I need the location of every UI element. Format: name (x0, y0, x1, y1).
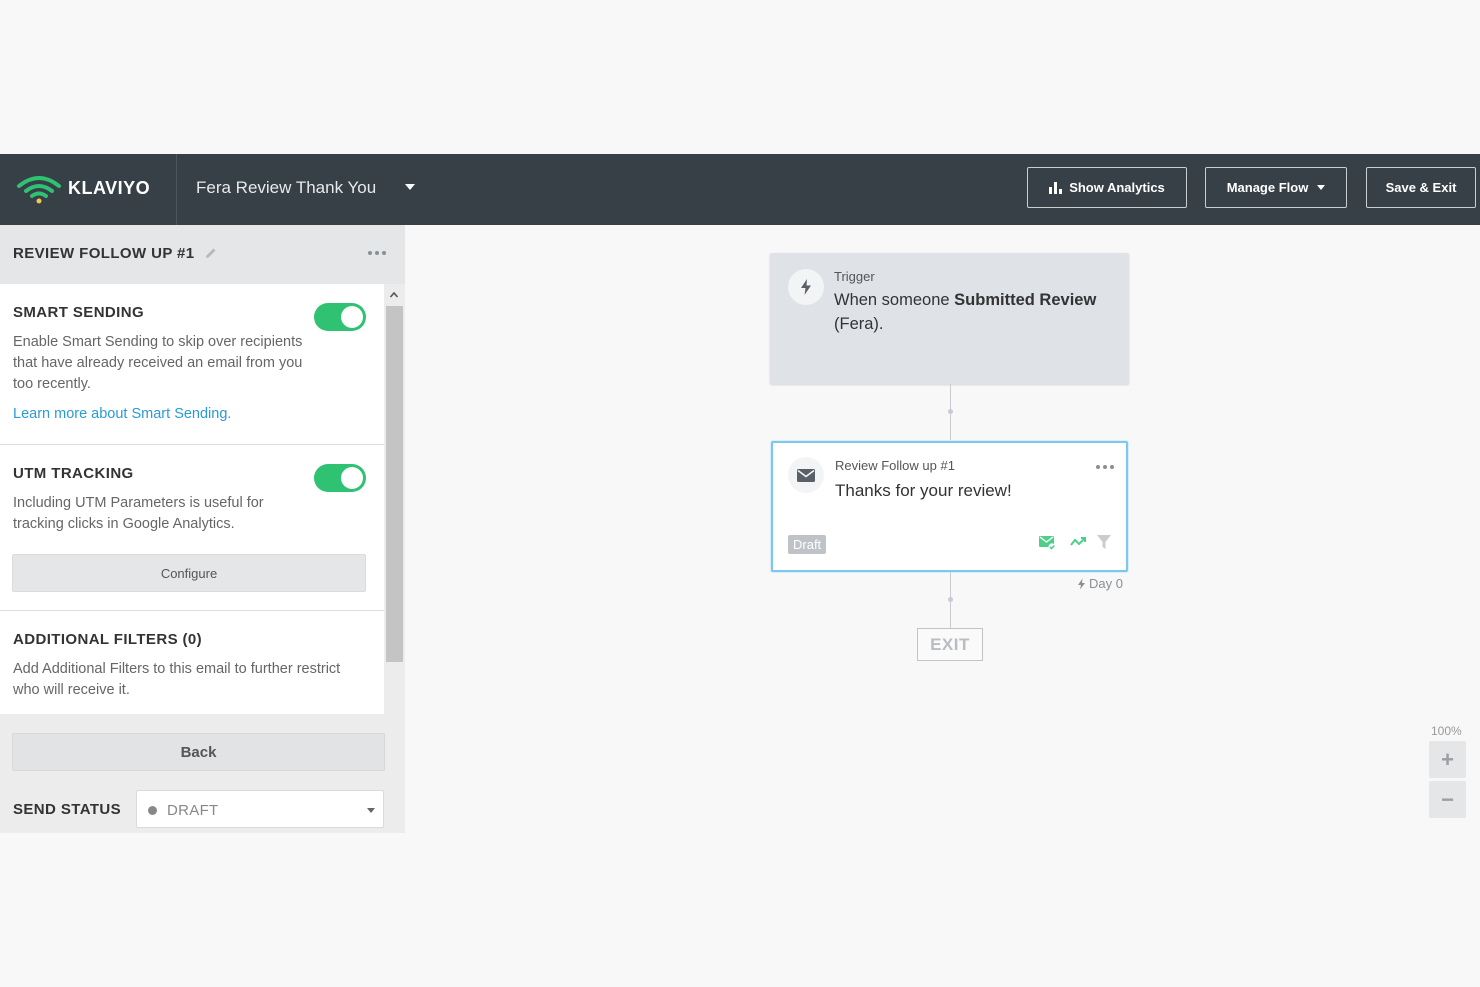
scrollbar-thumb[interactable] (386, 306, 403, 662)
lightning-icon (788, 269, 824, 305)
show-analytics-label: Show Analytics (1069, 180, 1165, 195)
additional-filters-description: Add Additional Filters to this email to … (13, 661, 341, 698)
email-name: Review Follow up #1 (835, 458, 955, 473)
pencil-icon[interactable] (205, 247, 217, 259)
smart-sending-title: SMART SENDING (13, 304, 145, 321)
chevron-down-icon (1317, 185, 1326, 190)
utm-tracking-icon (1070, 537, 1086, 546)
email-card[interactable]: Review Follow up #1 Thanks for your revi… (771, 441, 1128, 572)
topbar-divider (176, 154, 177, 225)
scroll-up-icon[interactable] (389, 290, 399, 300)
trigger-event: Submitted Review (954, 291, 1097, 309)
chevron-down-icon (367, 808, 375, 813)
zoom-out-button[interactable]: − (1429, 781, 1466, 818)
connector-dot (948, 597, 953, 602)
bar-chart-icon (1049, 181, 1063, 194)
save-exit-button[interactable]: Save & Exit (1366, 167, 1476, 208)
send-status-select[interactable]: DRAFT (136, 790, 384, 828)
additional-filters-title: ADDITIONAL FILTERS (0) (13, 631, 203, 648)
panel-header: REVIEW FOLLOW UP #1 (0, 225, 405, 284)
configure-button[interactable]: Configure (12, 554, 366, 592)
wifi-logo-icon (17, 176, 61, 204)
filter-icon (1097, 535, 1111, 549)
klaviyo-logo[interactable]: KLAVIYO (16, 172, 150, 204)
utm-tracking-title: UTM TRACKING (13, 465, 134, 482)
trigger-prefix: When someone (834, 291, 950, 309)
zoom-level: 100% (1431, 724, 1462, 738)
utm-tracking-toggle[interactable] (314, 464, 366, 492)
exit-node: EXIT (917, 628, 983, 661)
email-card-more-icon[interactable] (1096, 465, 1114, 469)
delay-label: Day 0 (1077, 576, 1123, 591)
manage-flow-button[interactable]: Manage Flow (1205, 167, 1347, 208)
panel-more-icon[interactable] (368, 251, 386, 255)
send-status-label: SEND STATUS (13, 801, 122, 818)
smart-sending-learn-more-link[interactable]: Learn more about Smart Sending. (13, 406, 231, 422)
smart-sending-check-icon (1039, 536, 1056, 551)
draft-badge: Draft (788, 535, 827, 554)
panel-title: REVIEW FOLLOW UP #1 (13, 245, 195, 262)
trigger-card[interactable]: Trigger When someone Submitted Review (F… (770, 253, 1129, 384)
top-bar: KLAVIYO Fera Review Thank You Show Analy… (0, 154, 1480, 225)
send-status-value: DRAFT (167, 802, 219, 819)
save-exit-label: Save & Exit (1385, 180, 1457, 195)
smart-sending-section: SMART SENDING Enable Smart Sending to sk… (0, 284, 384, 445)
flow-title[interactable]: Fera Review Thank You (196, 178, 376, 198)
smart-sending-toggle[interactable] (314, 303, 366, 331)
lightning-icon (1078, 578, 1085, 589)
status-dot-icon (148, 806, 157, 815)
utm-tracking-section: UTM TRACKING Including UTM Parameters is… (0, 445, 384, 611)
envelope-icon (788, 457, 824, 493)
flow-editor: KLAVIYO Fera Review Thank You Show Analy… (0, 154, 1480, 833)
delay-text: Day 0 (1089, 576, 1123, 591)
email-subject: Thanks for your review! (835, 481, 1012, 500)
trigger-suffix: (Fera). (834, 315, 884, 333)
panel-scrollbar[interactable] (384, 284, 405, 714)
flow-canvas[interactable]: Trigger When someone Submitted Review (F… (405, 225, 1480, 833)
flow-title-caret-icon[interactable] (405, 184, 415, 190)
settings-scroll-area[interactable]: SMART SENDING Enable Smart Sending to sk… (0, 284, 405, 714)
manage-flow-label: Manage Flow (1226, 180, 1309, 195)
smart-sending-description: Enable Smart Sending to skip over recipi… (13, 334, 303, 392)
zoom-in-button[interactable]: + (1429, 741, 1466, 778)
show-analytics-button[interactable]: Show Analytics (1027, 167, 1187, 208)
email-settings-panel: REVIEW FOLLOW UP #1 SMART SENDING Enable… (0, 225, 405, 833)
additional-filters-section: ADDITIONAL FILTERS (0) Add Additional Fi… (0, 611, 384, 714)
trigger-description: When someone Submitted Review (Fera). (834, 288, 1119, 336)
utm-tracking-description: Including UTM Parameters is useful for t… (13, 495, 264, 532)
connector-dot (948, 409, 953, 414)
back-button[interactable]: Back (12, 733, 385, 771)
trigger-label: Trigger (834, 269, 875, 284)
brand-name: KLAVIYO (68, 177, 151, 198)
